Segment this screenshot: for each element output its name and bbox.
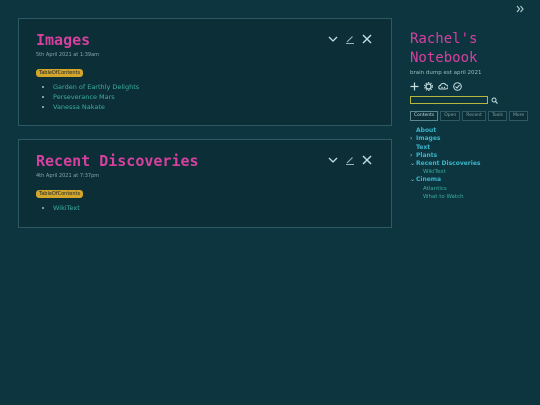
gear-icon[interactable] [424, 82, 433, 91]
sidebar-tabs: Contents Open Recent Tools More [410, 111, 530, 121]
tab-tools[interactable]: Tools [487, 111, 507, 121]
cloud-icon[interactable] [438, 82, 448, 91]
toc-label: Recent Discoveries [416, 160, 481, 168]
toc-child-atlantics[interactable]: Atlantics [410, 185, 530, 193]
list-item-link[interactable]: Perseverance Mars [53, 92, 374, 102]
tab-open[interactable]: Open [440, 111, 461, 121]
tiddler-title: Recent Discoveries [36, 152, 199, 170]
chevron-down-icon[interactable] [328, 35, 338, 43]
site-subtitle: brain dump est april 2021 [410, 70, 482, 76]
tiddler-subtitle: 5th April 2021 at 1:39am [36, 52, 100, 58]
toc-label: Cinema [416, 176, 442, 184]
chevron-down-icon[interactable] [328, 156, 338, 164]
tab-recent[interactable]: Recent [462, 111, 486, 121]
table-of-contents: About › Images Text › Plants ⌄ Recent Di… [410, 127, 530, 201]
tiddler-controls [328, 34, 372, 44]
list-item-link[interactable]: WikiText [53, 203, 374, 213]
toc-child-wikitext[interactable]: WikiText [410, 168, 530, 176]
toc-label: Plants [416, 151, 438, 159]
sidebar-toggle-button[interactable] [516, 5, 524, 16]
pencil-icon[interactable] [345, 34, 355, 44]
list-item-link[interactable]: Garden of Earthly Delights [53, 82, 374, 92]
toc-item-text[interactable]: Text [410, 144, 530, 152]
tab-more[interactable]: More [508, 111, 529, 121]
toc-item-about[interactable]: About [410, 127, 530, 135]
toc-label: About [416, 127, 437, 134]
toc-item-images[interactable]: › Images [410, 135, 530, 143]
story-river: Images 5th April 2021 at 1:39am TableOfC… [18, 18, 392, 241]
tiddler-title: Images [36, 31, 91, 49]
list-item-link[interactable]: Vanessa Nakate [53, 102, 374, 112]
plus-icon[interactable] [410, 82, 419, 91]
tiddler-list: Garden of Earthly Delights Perseverance … [36, 82, 374, 112]
search-input[interactable] [410, 96, 488, 104]
search-icon[interactable] [491, 97, 498, 104]
sidebar: Rachel's Notebook brain dump est april 2… [410, 30, 530, 201]
toc-label: Text [416, 143, 431, 151]
tiddler-recent-discoveries: Recent Discoveries 4th April 2021 at 7:3… [18, 139, 392, 228]
pencil-icon[interactable] [345, 155, 355, 165]
tiddler-images: Images 5th April 2021 at 1:39am TableOfC… [18, 18, 392, 126]
tag-table-of-contents[interactable]: TableOfContents [36, 69, 84, 77]
page-controls [410, 82, 530, 91]
toc-item-plants[interactable]: › Plants [410, 152, 530, 160]
double-chevron-right-icon [516, 5, 524, 13]
toc-label: Images [416, 135, 441, 143]
toc-item-cinema[interactable]: ⌄ Cinema [410, 176, 530, 184]
close-icon[interactable] [362, 155, 372, 165]
search-row [410, 96, 530, 104]
tab-contents[interactable]: Contents [410, 111, 439, 121]
check-circle-icon[interactable] [453, 82, 462, 91]
tag-table-of-contents[interactable]: TableOfContents [36, 190, 84, 198]
site-title: Rachel's Notebook [410, 31, 478, 66]
tiddler-list: WikiText [36, 203, 374, 213]
close-icon[interactable] [362, 34, 372, 44]
tiddler-subtitle: 4th April 2021 at 7:37pm [36, 173, 100, 179]
toc-item-recent-discoveries[interactable]: ⌄ Recent Discoveries [410, 160, 530, 168]
toc-child-what-to-watch[interactable]: What to Watch [410, 193, 530, 201]
tiddler-controls [328, 155, 372, 165]
